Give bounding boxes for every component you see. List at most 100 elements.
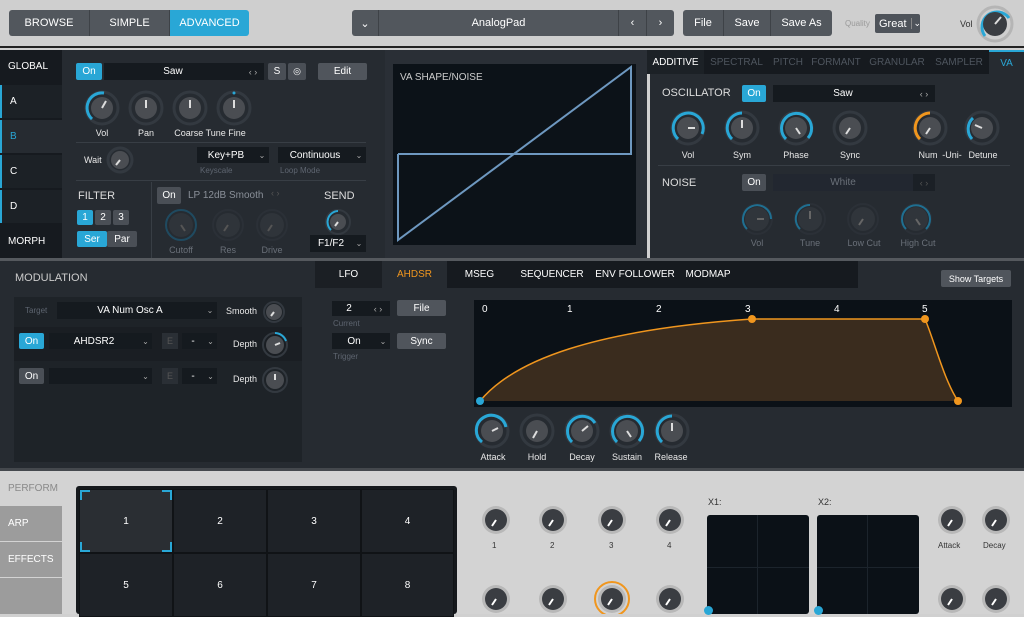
current-env-value[interactable]: 2 xyxy=(332,301,366,316)
pad-3[interactable]: 3 xyxy=(267,489,361,553)
solo-button[interactable]: S xyxy=(268,63,286,80)
decay-knob[interactable] xyxy=(564,413,600,449)
mod-slot-1-e-button[interactable]: E xyxy=(162,333,178,349)
high-cut-knob[interactable] xyxy=(900,203,932,235)
filter-slot-1[interactable]: 1 xyxy=(77,210,93,225)
macro-knob-2[interactable] xyxy=(539,506,567,534)
tab-spectral[interactable]: SPECTRAL xyxy=(704,50,769,74)
noise-vol-knob[interactable] xyxy=(741,203,773,235)
tab-va[interactable]: VA xyxy=(989,50,1024,74)
perform-release-knob[interactable] xyxy=(982,585,1010,613)
envelope-editor[interactable]: 0 1 2 3 4 5 xyxy=(474,300,1012,407)
macro-knob-6[interactable] xyxy=(539,585,567,613)
pad-4[interactable]: 4 xyxy=(361,489,454,553)
noise-tune-knob[interactable] xyxy=(794,203,826,235)
filter-type-nav[interactable]: ‹ › xyxy=(271,188,280,198)
oscillator-waveform-select[interactable]: Saw xyxy=(773,85,913,102)
chevron-down-icon[interactable]: ⌄ xyxy=(352,235,366,252)
current-env-nav[interactable]: ‹ › xyxy=(366,301,390,316)
oscillator-waveform-nav[interactable]: ‹ › xyxy=(913,85,935,102)
quality-select[interactable]: Great ⌄ xyxy=(875,14,921,33)
trigger-select[interactable]: On xyxy=(332,333,376,349)
cutoff-knob[interactable] xyxy=(165,209,197,241)
sync-button[interactable]: Sync xyxy=(397,333,446,349)
chevron-down-icon[interactable]: ⌄ xyxy=(352,147,366,163)
attack-knob[interactable] xyxy=(474,413,510,449)
mode-simple[interactable]: SIMPLE xyxy=(90,10,170,36)
release-knob[interactable] xyxy=(654,413,690,449)
pad-6[interactable]: 6 xyxy=(173,553,267,617)
low-cut-knob[interactable] xyxy=(847,203,879,235)
tab-formant[interactable]: FORMANT xyxy=(807,50,865,74)
filter-slot-3[interactable]: 3 xyxy=(113,210,129,225)
tab-modmap[interactable]: MODMAP xyxy=(678,261,738,288)
detune-knob[interactable] xyxy=(964,110,1000,146)
tab-sampler[interactable]: SAMPLER xyxy=(929,50,989,74)
hold-knob[interactable] xyxy=(519,413,555,449)
edit-button[interactable]: Edit xyxy=(318,63,367,80)
macro-knob-1[interactable] xyxy=(482,506,510,534)
mode-advanced[interactable]: ADVANCED xyxy=(170,10,249,36)
save-as-button[interactable]: Save As xyxy=(771,10,832,36)
tab-global[interactable]: GLOBAL xyxy=(0,50,62,83)
tab-perform[interactable]: PERFORM xyxy=(0,471,62,506)
tab-effects[interactable]: EFFECTS xyxy=(0,542,62,577)
tab-c[interactable]: C xyxy=(0,155,62,188)
pad-8[interactable]: 8 xyxy=(361,553,454,617)
chevron-down-icon[interactable]: ⌄ xyxy=(255,147,269,163)
tab-sequencer[interactable]: SEQUENCER xyxy=(512,261,592,288)
noise-on-button[interactable]: On xyxy=(742,174,766,191)
master-vol-knob[interactable] xyxy=(976,5,1014,43)
phase-knob[interactable] xyxy=(778,110,814,146)
oscillator-on-button[interactable]: On xyxy=(742,85,766,102)
filter-type[interactable]: LP 12dB Smooth xyxy=(188,190,263,201)
waveform-prev-next[interactable]: ‹ › xyxy=(242,63,264,80)
mod-slot-2-on-button[interactable]: On xyxy=(19,368,44,384)
tab-lfo[interactable]: LFO xyxy=(315,261,382,288)
coarse-tune-knob[interactable] xyxy=(172,90,208,126)
smooth-knob[interactable] xyxy=(262,300,286,324)
filter-slot-2[interactable]: 2 xyxy=(95,210,111,225)
preset-name[interactable]: AnalogPad xyxy=(379,10,619,36)
macro-knob-7[interactable] xyxy=(594,581,630,614)
chevron-down-icon[interactable]: ⌄ xyxy=(139,333,152,349)
mod-slot-1-source[interactable]: AHDSR2 xyxy=(49,333,139,349)
save-button[interactable]: Save xyxy=(724,10,771,36)
noise-type-select[interactable]: White xyxy=(773,174,913,191)
chevron-down-icon[interactable]: ⌄ xyxy=(204,368,217,384)
pad-2[interactable]: 2 xyxy=(173,489,267,553)
mod-slot-1-mode[interactable]: - xyxy=(182,333,204,349)
env-file-button[interactable]: File xyxy=(397,300,446,316)
tab-ahdsr[interactable]: AHDSR xyxy=(382,261,447,288)
preset-next-button[interactable]: › xyxy=(647,10,674,36)
tab-d[interactable]: D xyxy=(0,190,62,223)
preset-prev-button[interactable]: ‹ xyxy=(619,10,647,36)
sym-knob[interactable] xyxy=(724,110,760,146)
wait-knob[interactable] xyxy=(106,146,134,174)
sustain-knob[interactable] xyxy=(609,413,645,449)
chevron-down-icon[interactable]: ⌄ xyxy=(139,368,152,384)
chevron-down-icon[interactable]: ⌄ xyxy=(204,333,217,349)
mod-slot-2-depth-knob[interactable] xyxy=(261,366,289,394)
tab-additive[interactable]: ADDITIVE xyxy=(647,50,704,74)
tab-morph[interactable]: MORPH xyxy=(0,225,62,258)
res-knob[interactable] xyxy=(212,209,244,241)
mod-slot-1-depth-knob[interactable] xyxy=(261,331,289,359)
mod-slot-2-e-button[interactable]: E xyxy=(162,368,178,384)
send-knob[interactable] xyxy=(324,208,352,236)
mod-slot-2-mode[interactable]: - xyxy=(182,368,204,384)
macro-knob-4[interactable] xyxy=(656,506,684,534)
sync-knob[interactable] xyxy=(832,110,868,146)
fine-tune-knob[interactable] xyxy=(216,90,252,126)
macro-knob-3[interactable] xyxy=(598,506,626,534)
show-targets-button[interactable]: Show Targets xyxy=(941,270,1011,287)
chevron-down-icon[interactable]: ⌄ xyxy=(203,302,217,319)
pad-1[interactable]: 1 xyxy=(79,489,173,553)
chevron-down-icon[interactable]: ⌄ xyxy=(376,333,390,349)
unison-num-knob[interactable] xyxy=(912,110,948,146)
vol-knob[interactable] xyxy=(84,90,120,126)
xy-pad-1[interactable] xyxy=(704,515,809,615)
send-select[interactable]: F1/F2 xyxy=(310,235,352,252)
mod-slot-1-on-button[interactable]: On xyxy=(19,333,44,349)
pad-7[interactable]: 7 xyxy=(267,553,361,617)
